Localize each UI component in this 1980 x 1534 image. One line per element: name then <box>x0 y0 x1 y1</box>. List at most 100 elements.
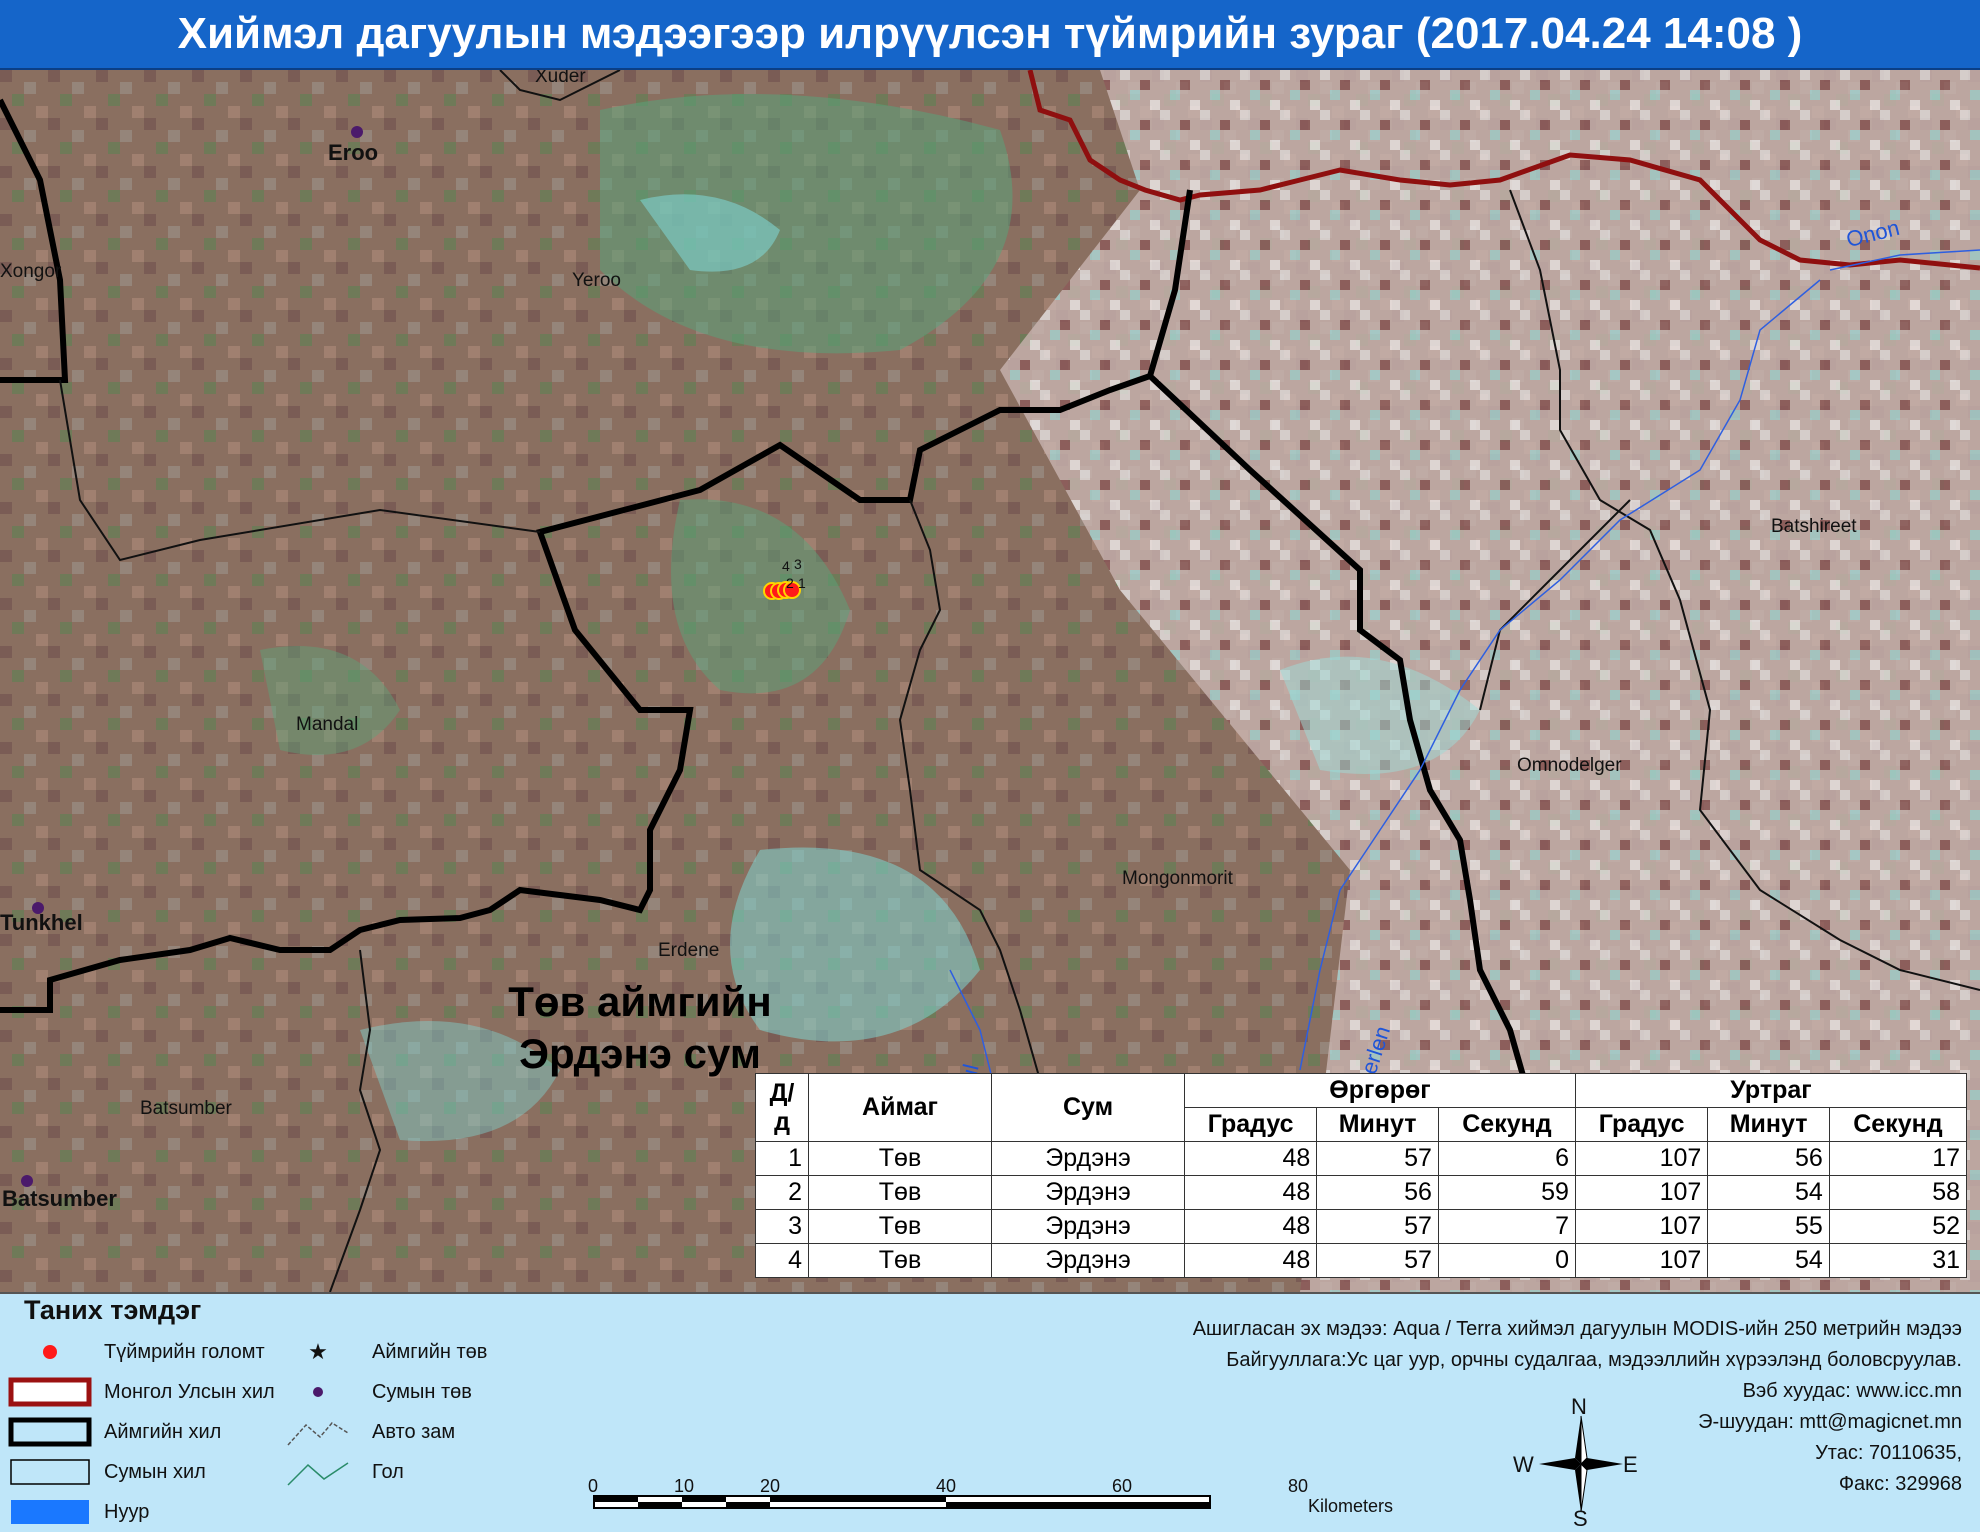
col-header-sub: Минут <box>1707 1107 1830 1142</box>
info-line: Байгууллага:Ус цаг уур, орчны судалгаа, … <box>1226 1349 1962 1371</box>
legend-item-label: Монгол Улсын хил <box>104 1380 275 1403</box>
table-cell: 54 <box>1707 1175 1830 1210</box>
fire-dot-icon <box>0 1336 100 1368</box>
compass-e: E <box>1623 1452 1638 1477</box>
table-cell: Эрдэнэ <box>991 1243 1185 1278</box>
place-label: Batsumber <box>140 1098 232 1119</box>
table-row: 1 Төв Эрдэнэ 48 57 6 107 56 17 <box>755 1141 1968 1176</box>
table-cell: 48 <box>1183 1209 1318 1244</box>
legend-item: Сумын хил <box>0 1456 206 1488</box>
table-cell: 55 <box>1707 1209 1830 1244</box>
legend-item: Авто зам <box>268 1416 455 1448</box>
map-title: Хиймэл дагуулын мэдээгээр илрүүлсэн түйм… <box>0 0 1980 70</box>
table-cell: 58 <box>1828 1175 1968 1210</box>
col-header-sub: Секунд <box>1437 1107 1576 1142</box>
compass-s: S <box>1573 1506 1588 1531</box>
fire-point-cluster[interactable] <box>763 581 801 600</box>
sum-center-dot <box>351 126 363 138</box>
scale-unit: Kilometers <box>1308 1496 1394 1516</box>
legend-item-label: Сумын хил <box>104 1460 206 1483</box>
table-cell: 107 <box>1574 1141 1709 1176</box>
lake-icon <box>0 1496 100 1528</box>
fire-point-label: 4 <box>782 558 790 574</box>
info-line: Ашигласан эх мэдээ: Aqua / Terra хиймэл … <box>1192 1318 1962 1340</box>
col-header-latitude: Өргөрөг <box>1184 1073 1576 1108</box>
table-cell: Төв <box>808 1175 992 1210</box>
place-label: Mongonmorit <box>1122 868 1233 889</box>
table-cell: 59 <box>1437 1175 1576 1210</box>
table-row: 2 Төв Эрдэнэ 48 56 59 107 54 58 <box>755 1175 1968 1210</box>
north-arrow: N S E W <box>1513 1394 1638 1531</box>
table-cell: 107 <box>1574 1209 1709 1244</box>
legend-item-label: Аймгийн төв <box>372 1340 488 1363</box>
legend-item: ★ Аймгийн төв <box>268 1336 487 1368</box>
table-cell: 48 <box>1183 1243 1318 1278</box>
place-label: Tunkhel <box>0 910 83 935</box>
compass-n: N <box>1571 1394 1587 1419</box>
table-row: 3 Төв Эрдэнэ 48 57 7 107 55 52 <box>755 1209 1968 1244</box>
table-cell: 7 <box>1437 1209 1576 1244</box>
fire-point-label: 1 <box>798 575 806 591</box>
scale-tick: 10 <box>674 1476 695 1496</box>
table-cell: 54 <box>1707 1243 1830 1278</box>
legend-item: Аймгийн хил <box>0 1416 221 1448</box>
fire-point-label: 2 <box>786 575 794 591</box>
table-cell: 52 <box>1828 1209 1968 1244</box>
place-label: Omnodelger <box>1517 755 1622 776</box>
table-cell: 107 <box>1574 1175 1709 1210</box>
legend-item: Сумын төв <box>268 1376 472 1408</box>
place-label: Xuder <box>535 70 586 87</box>
col-header-aimag: Аймаг <box>808 1073 992 1142</box>
place-label: Eroo <box>328 140 379 165</box>
star-icon: ★ <box>308 1339 328 1364</box>
place-label: Erdene <box>658 940 720 961</box>
table-cell: Төв <box>808 1243 992 1278</box>
legend-item-label: Сумын төв <box>372 1380 472 1403</box>
legend-item-label: Гол <box>372 1460 404 1483</box>
scale-tick: 40 <box>936 1476 957 1496</box>
legend-item-label: Аймгийн хил <box>104 1420 222 1443</box>
legend-item: Нуур <box>0 1496 149 1528</box>
area-label: Төв аймгийн <box>508 978 772 1025</box>
place-label: Batshireet <box>1771 516 1857 537</box>
table-cell: Эрдэнэ <box>991 1175 1185 1210</box>
scale-tick: 60 <box>1112 1476 1133 1496</box>
col-header-longitude: Уртраг <box>1574 1073 1968 1108</box>
legend-item: Монгол Улсын хил <box>0 1376 275 1408</box>
col-header-sub: Минут <box>1316 1107 1439 1142</box>
place-label: Xongor <box>0 261 62 282</box>
table-cell: 56 <box>1316 1175 1439 1210</box>
road-icon <box>268 1416 368 1448</box>
fire-point-label: 3 <box>794 556 802 572</box>
table-cell: 0 <box>1437 1243 1576 1278</box>
table-cell: Эрдэнэ <box>991 1141 1185 1176</box>
province-border-icon <box>0 1416 100 1448</box>
scale-tick: 20 <box>760 1476 781 1496</box>
col-header-sub: Секунд <box>1828 1107 1968 1142</box>
col-header-sub: Градус <box>1574 1107 1709 1142</box>
place-label: Yeroo <box>572 270 621 291</box>
table-cell: 17 <box>1828 1141 1968 1176</box>
table-cell: 57 <box>1316 1243 1439 1278</box>
table-cell: 57 <box>1316 1209 1439 1244</box>
table-cell: Эрдэнэ <box>991 1209 1185 1244</box>
legend-item: Гол <box>268 1456 404 1488</box>
place-label: Batsumber <box>2 1186 117 1211</box>
table-cell: 48 <box>1183 1141 1318 1176</box>
table-cell: 56 <box>1707 1141 1830 1176</box>
district-border-icon <box>0 1456 100 1488</box>
area-label: Эрдэнэ сум <box>519 1030 761 1077</box>
legend-item: Түймрийн голомт <box>0 1336 265 1368</box>
table-cell: Төв <box>808 1209 992 1244</box>
table-cell: 31 <box>1828 1243 1968 1278</box>
table-cell: 3 <box>755 1209 809 1244</box>
scale-tick: 0 <box>588 1476 599 1496</box>
scale-tick: 80 <box>1288 1476 1309 1496</box>
place-label: Mandal <box>296 714 359 735</box>
national-border-icon <box>0 1376 100 1408</box>
sum-center-dot-icon <box>268 1376 368 1408</box>
compass-w: W <box>1513 1452 1534 1477</box>
table-cell: 57 <box>1316 1141 1439 1176</box>
table-cell: 107 <box>1574 1243 1709 1278</box>
river-icon <box>268 1456 368 1488</box>
